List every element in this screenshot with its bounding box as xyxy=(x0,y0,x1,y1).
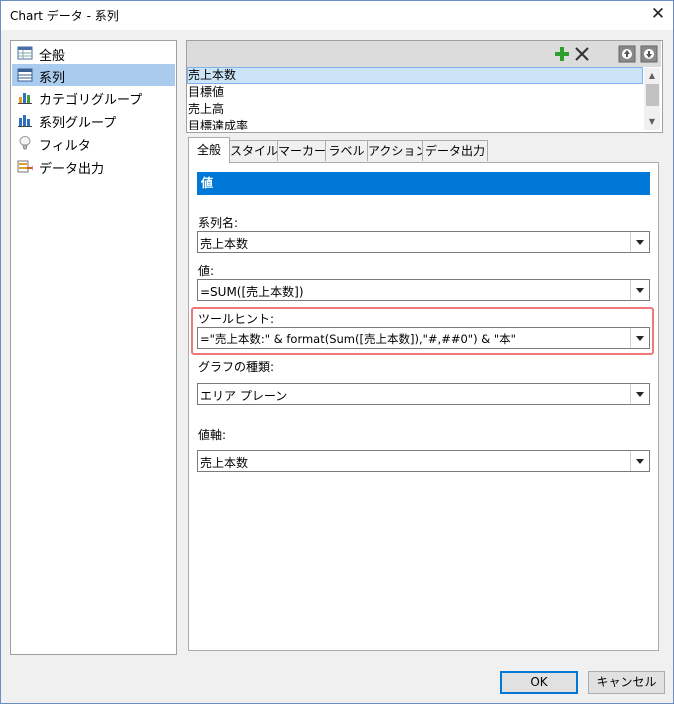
chart-type-combo[interactable]: エリア プレーン xyxy=(197,383,650,405)
value-axis-label: 値軸: xyxy=(198,428,227,442)
tree-item-series-group[interactable]: 系列グループ xyxy=(12,109,175,131)
ok-button[interactable]: OK xyxy=(500,671,578,694)
value-axis-combo[interactable]: 売上本数 xyxy=(197,450,650,472)
tooltip-highlight-box xyxy=(191,307,654,355)
scroll-down-icon[interactable]: ▼ xyxy=(644,114,660,130)
chevron-down-icon[interactable] xyxy=(630,384,649,404)
tree-item-label: データ出力 xyxy=(39,162,105,177)
tree-item-series[interactable]: 系列 xyxy=(12,64,175,86)
list-item-series[interactable]: 売上高 xyxy=(187,101,644,118)
export-icon xyxy=(17,160,33,173)
tab-marker[interactable]: マーカー xyxy=(277,140,326,161)
tree-item-label: 系列 xyxy=(39,71,66,86)
chart-type-value: エリア プレーン xyxy=(200,389,288,403)
value-combo[interactable]: =SUM([売上本数]) xyxy=(197,279,650,301)
grid-icon xyxy=(17,46,33,60)
tab-action[interactable]: アクション xyxy=(367,140,427,161)
bar-chart-icon xyxy=(18,115,32,127)
filter-icon xyxy=(19,136,31,150)
value-label: 値: xyxy=(198,264,215,278)
tree-item-general[interactable]: 全般 xyxy=(12,42,175,64)
add-icon[interactable] xyxy=(553,45,571,63)
cancel-button[interactable]: キャンセル xyxy=(588,671,665,694)
tree-item-label: 全般 xyxy=(39,49,66,64)
close-icon[interactable]: ✕ xyxy=(648,4,668,24)
scroll-up-icon[interactable]: ▲ xyxy=(644,68,660,84)
series-toolbar xyxy=(187,41,661,67)
section-header: 値 xyxy=(197,172,650,195)
navigation-tree: 全般 系列 カテゴリグループ 系列グループ フィルタ データ出力 xyxy=(10,40,177,655)
tab-style[interactable]: スタイル xyxy=(229,140,278,161)
series-name-value: 売上本数 xyxy=(200,237,249,251)
tree-item-category-group[interactable]: カテゴリグループ xyxy=(12,86,175,108)
move-up-icon[interactable] xyxy=(618,45,636,63)
chart-type-label: グラフの種類: xyxy=(198,360,275,374)
delete-icon[interactable] xyxy=(573,45,591,63)
tree-item-label: フィルタ xyxy=(39,139,91,154)
chevron-down-icon[interactable] xyxy=(630,451,649,471)
bar-chart-icon xyxy=(18,93,32,104)
window-title: Chart データ - 系列 xyxy=(10,9,119,23)
tab-general[interactable]: 全般 xyxy=(188,137,230,163)
tree-item-filter[interactable]: フィルタ xyxy=(12,132,175,154)
list-item-series[interactable]: 目標値 xyxy=(187,84,644,101)
value-axis-value: 売上本数 xyxy=(200,456,249,470)
tab-label[interactable]: ラベル xyxy=(325,140,368,161)
tab-data-output[interactable]: データ出力 xyxy=(422,140,488,161)
title-bar: Chart データ - 系列 ✕ xyxy=(0,0,674,30)
tree-item-label: カテゴリグループ xyxy=(39,93,143,108)
series-name-combo[interactable]: 売上本数 xyxy=(197,231,650,253)
scrollbar-thumb[interactable] xyxy=(646,84,659,106)
value-expression: =SUM([売上本数]) xyxy=(200,285,304,299)
table-icon xyxy=(17,68,33,82)
tree-item-label: 系列グループ xyxy=(39,116,117,131)
list-item-series[interactable]: 売上本数 xyxy=(187,67,643,84)
move-down-icon[interactable] xyxy=(640,45,658,63)
chevron-down-icon[interactable] xyxy=(630,232,649,252)
series-name-label: 系列名: xyxy=(198,216,239,230)
tree-item-data-output[interactable]: データ出力 xyxy=(12,155,175,177)
chevron-down-icon[interactable] xyxy=(630,280,649,300)
list-item-series[interactable]: 目標達成率 xyxy=(187,118,644,130)
